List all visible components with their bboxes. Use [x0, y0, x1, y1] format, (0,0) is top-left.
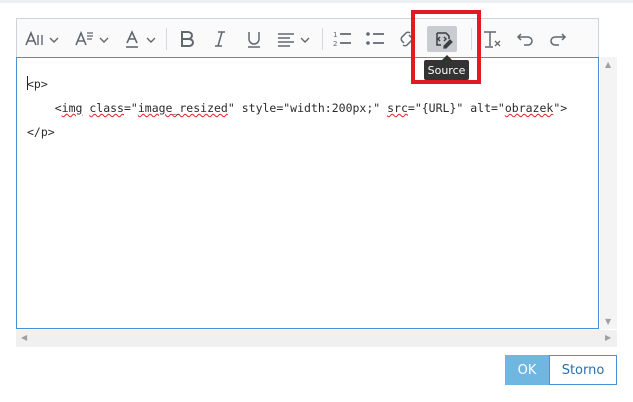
scroll-down-icon[interactable]: ▼: [605, 317, 611, 326]
align-dropdown[interactable]: [275, 26, 315, 52]
remove-format-icon: [484, 31, 501, 48]
toolbar-separator: [166, 28, 167, 50]
p-open-tag: <p>: [27, 77, 48, 91]
font-size-dropdown[interactable]: [23, 26, 63, 52]
remove-format-button[interactable]: [479, 26, 505, 52]
bulleted-list-icon: [366, 32, 384, 45]
underline-button[interactable]: [241, 26, 267, 52]
font-color-icon: [126, 30, 156, 48]
heading-dropdown[interactable]: [73, 26, 113, 52]
bulleted-list-button[interactable]: [362, 26, 388, 52]
p-close-tag: </p>: [27, 125, 55, 139]
toolbar-separator: [322, 28, 323, 50]
cancel-button[interactable]: Storno: [549, 355, 617, 385]
ok-button[interactable]: OK: [505, 355, 549, 385]
numbered-list-button[interactable]: 1 2: [329, 26, 355, 52]
numbered-list-icon: 1 2: [333, 31, 351, 48]
alt-value: obrazek: [504, 101, 554, 115]
italic-button[interactable]: [207, 26, 233, 52]
horizontal-scrollbar[interactable]: ◀ ▶: [16, 330, 617, 347]
align-icon: [278, 33, 310, 47]
font-color-dropdown[interactable]: [123, 26, 163, 52]
scroll-up-icon[interactable]: ▲: [605, 60, 611, 69]
svg-text:2: 2: [333, 40, 337, 48]
code-line-1: <p>: [27, 72, 584, 96]
undo-icon: [516, 33, 533, 46]
font-size-icon: [25, 30, 59, 46]
scroll-left-icon[interactable]: ◀: [21, 333, 27, 342]
source-textarea[interactable]: <p> <img class="image_resized" style="wi…: [16, 57, 599, 329]
source-code: <p> <img class="image_resized" style="wi…: [27, 72, 584, 144]
class-attr: class: [89, 101, 124, 115]
code-line-2: <img class="image_resized" style="width:…: [54, 101, 568, 115]
italic-icon: [215, 31, 225, 47]
src-attr: src: [387, 101, 408, 115]
img-tag: img: [61, 101, 83, 115]
top-border: [0, 0, 633, 3]
class-value: image_resized: [137, 101, 228, 115]
scroll-right-icon[interactable]: ▶: [605, 333, 611, 342]
redo-button[interactable]: [545, 26, 571, 52]
bold-button[interactable]: [174, 26, 200, 52]
editor-toolbar: 1 2: [16, 18, 599, 58]
highlight-box: [411, 10, 481, 84]
redo-icon: [550, 33, 567, 46]
heading-icon: [75, 30, 109, 46]
bold-icon: [181, 31, 194, 47]
svg-text:1: 1: [333, 31, 337, 39]
underline-icon: [248, 32, 260, 48]
vertical-scrollbar[interactable]: ▲ ▼: [600, 57, 617, 329]
undo-button[interactable]: [512, 26, 538, 52]
